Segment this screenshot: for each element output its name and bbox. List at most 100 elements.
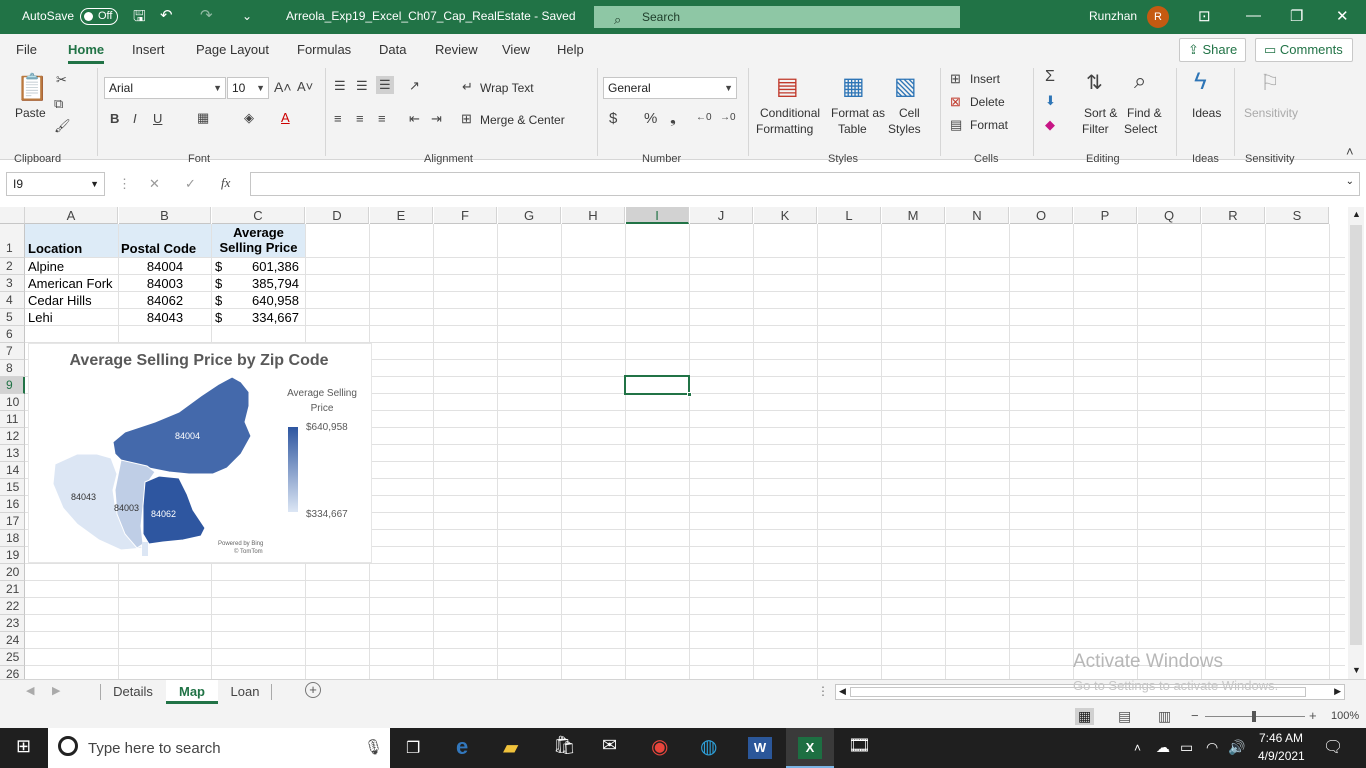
row-header-9[interactable]: 9 bbox=[0, 377, 25, 394]
conditional-formatting-label-2[interactable]: Formatting bbox=[756, 122, 813, 136]
sheet-tab-details[interactable]: Details bbox=[101, 680, 165, 704]
edge-legacy-icon[interactable]: e bbox=[456, 734, 468, 760]
task-view-icon[interactable]: ❐ bbox=[406, 738, 420, 758]
row-header-20[interactable]: 20 bbox=[0, 564, 25, 581]
row-header-21[interactable]: 21 bbox=[0, 581, 25, 598]
row-header-16[interactable]: 16 bbox=[0, 496, 25, 513]
format-painter-icon[interactable]: 🖌 bbox=[54, 118, 71, 134]
column-header-r[interactable]: R bbox=[1202, 207, 1265, 224]
clear-icon[interactable]: ◆ bbox=[1045, 117, 1055, 133]
edge-icon[interactable]: ◍ bbox=[700, 734, 717, 759]
merge-center-button[interactable]: Merge & Center bbox=[480, 113, 565, 127]
middle-align-icon[interactable]: ☰ bbox=[356, 78, 368, 94]
cell-location[interactable]: Alpine bbox=[25, 258, 118, 275]
word-icon[interactable]: W bbox=[748, 737, 772, 759]
comments-button[interactable]: ▭ Comments bbox=[1255, 38, 1353, 62]
clock-time[interactable]: 7:46 AM bbox=[1259, 731, 1303, 745]
clock-date[interactable]: 4/9/2021 bbox=[1258, 749, 1305, 763]
file-name[interactable]: Arreola_Exp19_Excel_Ch07_Cap_RealEstate … bbox=[286, 9, 576, 23]
cell-currency-symbol[interactable]: $ bbox=[212, 258, 232, 275]
cell-currency-symbol[interactable]: $ bbox=[212, 292, 232, 309]
font-name-select[interactable]: Arial ▼ bbox=[104, 77, 226, 99]
cell-currency-symbol[interactable]: $ bbox=[212, 309, 232, 326]
bold-icon[interactable]: B bbox=[110, 111, 119, 126]
cell-selling-price[interactable]: 385,794 bbox=[232, 275, 305, 292]
notifications-icon[interactable]: 🗨 bbox=[1323, 737, 1343, 757]
cell-selling-price[interactable]: 601,386 bbox=[232, 258, 305, 275]
column-header-k[interactable]: K bbox=[754, 207, 817, 224]
sensitivity-icon[interactable]: ⚐ bbox=[1260, 70, 1280, 96]
add-sheet-icon[interactable]: + bbox=[305, 682, 321, 698]
undo-icon[interactable]: ↶ bbox=[160, 6, 173, 24]
sensitivity-button[interactable]: Sensitivity bbox=[1244, 106, 1298, 120]
row-header-6[interactable]: 6 bbox=[0, 326, 25, 343]
tab-help[interactable]: Help bbox=[557, 42, 584, 57]
column-header-f[interactable]: F bbox=[434, 207, 497, 224]
tab-insert[interactable]: Insert bbox=[132, 42, 165, 57]
search-box[interactable]: ⌕ Search bbox=[594, 6, 960, 28]
format-as-table-label-2[interactable]: Table bbox=[838, 122, 867, 136]
delete-cells-icon[interactable]: ⊠ bbox=[950, 94, 961, 110]
scroll-thumb[interactable] bbox=[1350, 225, 1362, 645]
volume-icon[interactable]: 🔊 bbox=[1228, 739, 1245, 756]
share-button[interactable]: ⇪ Share bbox=[1179, 38, 1247, 62]
tab-data[interactable]: Data bbox=[379, 42, 406, 57]
restore-icon[interactable]: ❐ bbox=[1290, 7, 1303, 25]
autosum-icon[interactable]: Σ bbox=[1045, 68, 1055, 86]
increase-font-icon[interactable]: A˄ bbox=[274, 79, 292, 95]
video-editor-icon[interactable]: 🎞 bbox=[848, 735, 871, 756]
column-header-n[interactable]: N bbox=[946, 207, 1009, 224]
row-header-14[interactable]: 14 bbox=[0, 462, 25, 479]
tab-view[interactable]: View bbox=[502, 42, 530, 57]
tab-review[interactable]: Review bbox=[435, 42, 478, 57]
cell-postal-code[interactable]: 84043 bbox=[119, 309, 211, 326]
header-cell[interactable]: Average Selling Price bbox=[212, 224, 305, 257]
row-header-17[interactable]: 17 bbox=[0, 513, 25, 530]
cell-styles-label-1[interactable]: Cell bbox=[899, 106, 920, 120]
vertical-scrollbar[interactable]: ▲ ▼ bbox=[1348, 207, 1364, 679]
sort-filter-icon[interactable]: ⇅ bbox=[1086, 70, 1103, 95]
column-header-s[interactable]: S bbox=[1266, 207, 1329, 224]
decrease-decimal-icon[interactable]: →0 bbox=[720, 112, 736, 123]
cell-styles-icon[interactable]: ▧ bbox=[894, 72, 917, 101]
row-header-7[interactable]: 7 bbox=[0, 343, 25, 360]
sort-filter-label-1[interactable]: Sort & bbox=[1084, 106, 1117, 120]
cancel-entry-icon[interactable]: ✕ bbox=[149, 176, 160, 192]
prev-sheet-icon[interactable]: ◀ bbox=[26, 684, 34, 697]
selected-cell[interactable] bbox=[624, 375, 690, 395]
merge-center-icon[interactable]: ⊞ bbox=[461, 111, 472, 127]
align-right-icon[interactable]: ≡ bbox=[378, 111, 386, 126]
row-header-11[interactable]: 11 bbox=[0, 411, 25, 428]
wifi-icon[interactable]: ◠ bbox=[1206, 739, 1218, 756]
column-header-m[interactable]: M bbox=[882, 207, 945, 224]
insert-cells-icon[interactable]: ⊞ bbox=[950, 71, 961, 87]
orientation-icon[interactable]: ↗ bbox=[409, 78, 420, 94]
align-left-icon[interactable]: ≡ bbox=[334, 111, 342, 126]
sheet-tab-map[interactable]: Map bbox=[166, 680, 218, 704]
conditional-formatting-label-1[interactable]: Conditional bbox=[760, 106, 820, 120]
column-header-b[interactable]: B bbox=[119, 207, 211, 224]
battery-icon[interactable]: ▭ bbox=[1180, 739, 1193, 756]
user-name[interactable]: Runzhan bbox=[1089, 9, 1137, 23]
row-header-25[interactable]: 25 bbox=[0, 649, 25, 666]
insert-function-icon[interactable]: fx bbox=[221, 175, 230, 191]
scroll-down-icon[interactable]: ▼ bbox=[1352, 665, 1361, 675]
ideas-icon[interactable]: ϟ bbox=[1194, 68, 1207, 96]
scroll-left-icon[interactable]: ◀ bbox=[839, 686, 846, 697]
row-header-19[interactable]: 19 bbox=[0, 547, 25, 564]
onedrive-icon[interactable]: ☁ bbox=[1156, 739, 1170, 756]
number-format-select[interactable]: General ▼ bbox=[603, 77, 737, 99]
row-header-3[interactable]: 3 bbox=[0, 275, 25, 292]
fill-icon[interactable]: ⬇ bbox=[1045, 93, 1056, 109]
column-header-o[interactable]: O bbox=[1010, 207, 1073, 224]
comma-icon[interactable]: ❟ bbox=[670, 110, 676, 127]
delete-button[interactable]: Delete bbox=[970, 95, 1005, 109]
formula-input[interactable]: ⌄ bbox=[250, 172, 1360, 196]
conditional-formatting-icon[interactable]: ▤ bbox=[776, 72, 799, 101]
row-header-22[interactable]: 22 bbox=[0, 598, 25, 615]
column-header-i[interactable]: I bbox=[626, 207, 689, 224]
increase-decimal-icon[interactable]: ←0 bbox=[696, 112, 712, 123]
paste-icon[interactable]: 📋 bbox=[16, 72, 48, 103]
italic-icon[interactable]: I bbox=[133, 111, 137, 126]
sort-filter-label-2[interactable]: Filter bbox=[1082, 122, 1109, 136]
